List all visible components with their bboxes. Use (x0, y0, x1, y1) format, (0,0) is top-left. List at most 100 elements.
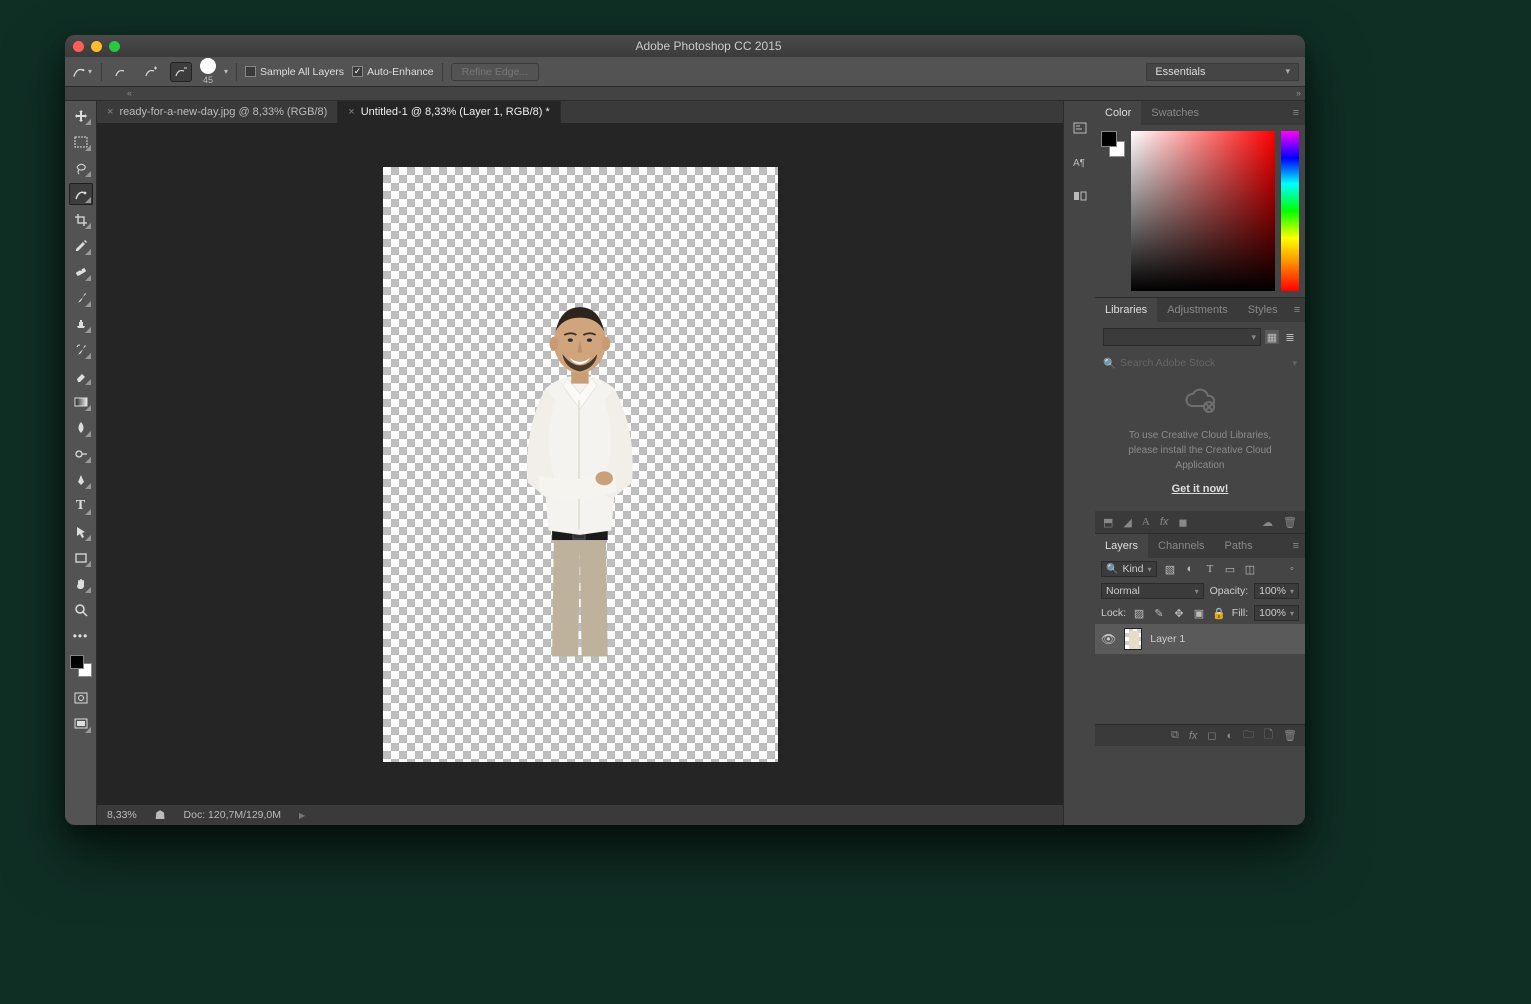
document-tab-active[interactable]: × Untitled-1 @ 8,33% (Layer 1, RGB/8) * (338, 101, 561, 123)
collapse-panels-icon[interactable]: » (1296, 88, 1301, 98)
quick-selection-tool[interactable] (69, 183, 93, 205)
lock-artboard-icon[interactable]: ▣ (1192, 606, 1206, 620)
filter-shape-icon[interactable]: ▭ (1223, 562, 1237, 576)
history-brush-tool[interactable] (69, 339, 93, 361)
layer-visibility-icon[interactable]: 👁 (1101, 632, 1116, 646)
get-it-now-link[interactable]: Get it now! (1103, 483, 1297, 505)
subtract-from-selection-icon[interactable] (170, 62, 192, 82)
close-tab-icon[interactable]: × (107, 106, 113, 118)
type-tool[interactable]: T (69, 495, 93, 517)
quick-mask-mode[interactable] (69, 687, 93, 709)
gradient-tool[interactable] (69, 391, 93, 413)
window-close-button[interactable] (73, 41, 84, 52)
character-panel-icon[interactable]: A¶ (1069, 151, 1091, 173)
tab-styles[interactable]: Styles (1238, 298, 1288, 322)
eyedropper-tool[interactable] (69, 235, 93, 257)
zoom-level[interactable]: 8,33% (107, 809, 137, 821)
panel-menu-icon[interactable]: ≡ (1287, 540, 1305, 552)
color-field[interactable] (1131, 131, 1275, 291)
workspace-switcher[interactable]: Essentials ▾ (1146, 63, 1299, 81)
tab-libraries[interactable]: Libraries (1095, 298, 1157, 322)
document-tab-inactive[interactable]: × ready-for-a-new-day.jpg @ 8,33% (RGB/8… (97, 101, 338, 123)
close-tab-icon[interactable]: × (348, 106, 354, 118)
hue-slider[interactable] (1281, 131, 1299, 291)
add-color-icon[interactable]: ◢ (1123, 516, 1131, 529)
lock-transparency-icon[interactable]: ▨ (1132, 606, 1146, 620)
history-panel-icon[interactable] (1069, 117, 1091, 139)
add-layer-style-icon[interactable]: fx (1160, 516, 1169, 528)
lock-all-icon[interactable]: 🔒 (1212, 606, 1226, 620)
dodge-tool[interactable] (69, 443, 93, 465)
refine-edge-button[interactable]: Refine Edge... (451, 63, 540, 81)
properties-panel-icon[interactable] (1069, 185, 1091, 207)
lasso-tool[interactable] (69, 157, 93, 179)
rectangle-tool[interactable] (69, 547, 93, 569)
new-selection-icon[interactable] (110, 62, 132, 82)
canvas-area[interactable] (97, 123, 1063, 805)
clone-stamp-tool[interactable] (69, 313, 93, 335)
tab-adjustments[interactable]: Adjustments (1157, 298, 1238, 322)
libraries-cloud-icon[interactable]: ☁ (1262, 516, 1273, 529)
new-group-icon[interactable]: 🗀 (1243, 726, 1254, 745)
healing-brush-tool[interactable] (69, 261, 93, 283)
move-tool[interactable] (69, 105, 93, 127)
path-selection-tool[interactable] (69, 521, 93, 543)
tab-swatches[interactable]: Swatches (1141, 101, 1209, 125)
filter-type-icon[interactable]: T (1203, 562, 1217, 576)
filter-adjust-icon[interactable]: ◐ (1183, 562, 1197, 576)
add-mask-icon[interactable]: ◻ (1207, 729, 1216, 742)
window-minimize-button[interactable] (91, 41, 102, 52)
collapse-toolbar-icon[interactable]: « (127, 88, 132, 98)
link-layers-icon[interactable]: ⧉ (1171, 729, 1179, 742)
add-swatch-icon[interactable]: ◼ (1178, 516, 1187, 529)
filter-pixel-icon[interactable]: ▧ (1163, 562, 1177, 576)
foreground-background-swatch[interactable] (70, 655, 92, 677)
adjustment-layer-icon[interactable]: ◐ (1227, 730, 1234, 742)
add-character-style-icon[interactable]: A (1142, 516, 1150, 528)
blend-mode-select[interactable]: Normal▾ (1101, 583, 1204, 599)
blur-tool[interactable] (69, 417, 93, 439)
eraser-tool[interactable] (69, 365, 93, 387)
lock-position-icon[interactable]: ✥ (1172, 606, 1186, 620)
filter-smart-icon[interactable]: ◫ (1243, 562, 1257, 576)
status-menu-icon[interactable]: ▶ (299, 811, 305, 820)
layer-effects-icon[interactable]: fx (1189, 730, 1198, 742)
tab-color[interactable]: Color (1095, 101, 1141, 125)
layer-thumbnail[interactable] (1124, 628, 1142, 650)
brush-tool[interactable] (69, 287, 93, 309)
window-maximize-button[interactable] (109, 41, 120, 52)
libraries-delete-icon[interactable]: 🗑 (1283, 516, 1297, 529)
library-search[interactable]: 🔍 Search Adobe Stock ▾ (1103, 354, 1297, 372)
sample-all-layers-checkbox[interactable]: Sample All Layers (245, 66, 344, 78)
rectangular-marquee-tool[interactable] (69, 131, 93, 153)
layer-name[interactable]: Layer 1 (1150, 633, 1185, 645)
panel-menu-icon[interactable]: ≡ (1288, 304, 1305, 316)
edit-toolbar-button[interactable]: ••• (69, 625, 93, 647)
tab-layers[interactable]: Layers (1095, 534, 1148, 558)
tab-paths[interactable]: Paths (1215, 534, 1263, 558)
opacity-value[interactable]: 100%▾ (1254, 583, 1299, 599)
crop-tool[interactable] (69, 209, 93, 231)
list-view-icon[interactable]: ≣ (1283, 330, 1297, 344)
add-to-selection-icon[interactable] (140, 62, 162, 82)
library-dropdown[interactable]: ▾ (1103, 328, 1261, 346)
lock-pixels-icon[interactable]: ✎ (1152, 606, 1166, 620)
zoom-tool[interactable] (69, 599, 93, 621)
hand-tool[interactable] (69, 573, 93, 595)
share-icon[interactable]: ☗ (155, 808, 166, 822)
screen-mode-button[interactable] (69, 713, 93, 735)
filter-toggle-icon[interactable]: ◦ (1285, 562, 1299, 576)
quick-selection-tool-icon[interactable]: ▾ (71, 62, 93, 82)
tab-channels[interactable]: Channels (1148, 534, 1214, 558)
layer-filter-kind[interactable]: 🔍Kind▾ (1101, 561, 1157, 577)
layer-row[interactable]: 👁 Layer 1 (1095, 624, 1305, 654)
add-graphic-icon[interactable]: ⬒ (1103, 516, 1113, 529)
delete-layer-icon[interactable]: 🗑 (1283, 729, 1297, 742)
auto-enhance-checkbox[interactable]: Auto-Enhance (352, 66, 434, 78)
panel-menu-icon[interactable]: ≡ (1287, 107, 1305, 119)
pen-tool[interactable] (69, 469, 93, 491)
grid-view-icon[interactable]: ▦ (1265, 330, 1279, 344)
color-swatch-control[interactable] (1101, 131, 1125, 157)
brush-preset-picker[interactable]: 45 (200, 58, 216, 85)
fill-value[interactable]: 100%▾ (1254, 605, 1299, 621)
